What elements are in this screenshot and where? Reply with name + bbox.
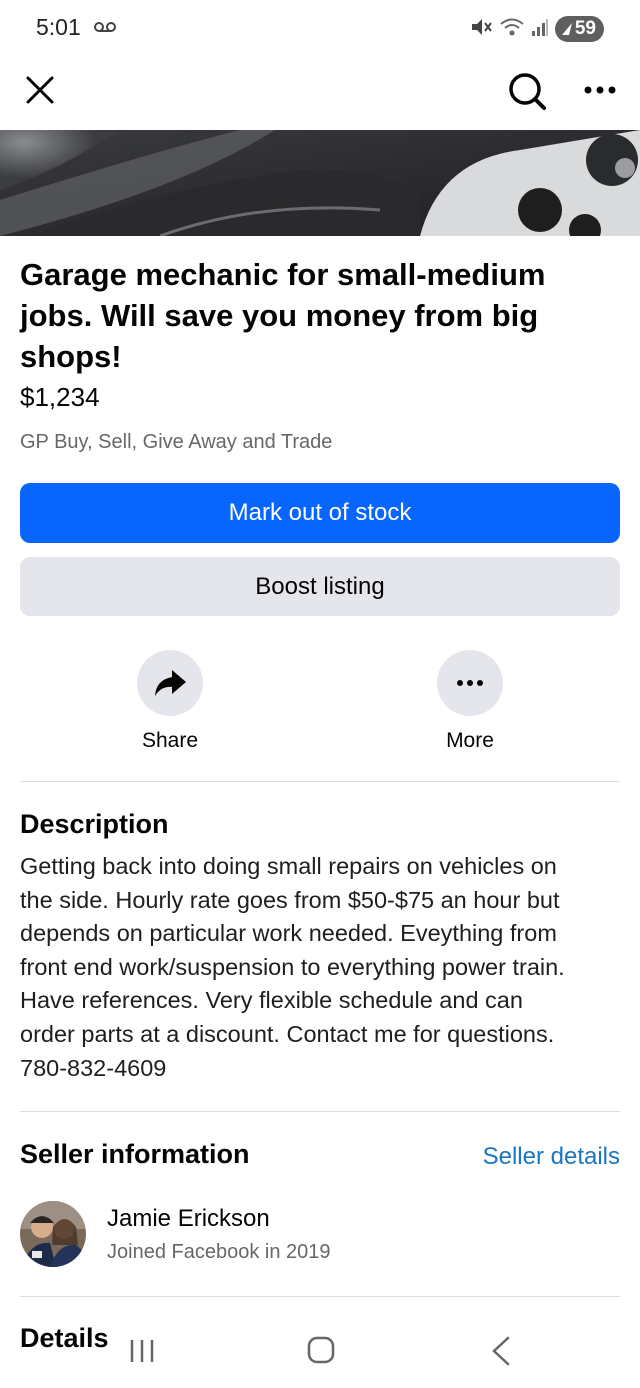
- voicemail-icon: [94, 20, 116, 38]
- recent-apps-button[interactable]: [126, 1336, 158, 1366]
- seller-name[interactable]: Jamie Erickson: [107, 1205, 270, 1233]
- search-icon: [509, 73, 546, 110]
- mark-out-of-stock-button[interactable]: Mark out of stock: [20, 483, 620, 543]
- more-options-button[interactable]: [578, 70, 622, 110]
- divider: [20, 1296, 620, 1297]
- recents-icon: [130, 1340, 154, 1362]
- seller-info-heading: Seller information: [20, 1139, 250, 1169]
- more-button[interactable]: [437, 650, 503, 716]
- more-horizontal-icon: [584, 86, 616, 94]
- description-text: Getting back into doing small repairs on…: [20, 850, 620, 1085]
- listing-photo-image: [0, 130, 640, 236]
- description-line: depends on particular work needed. Eveyt…: [20, 920, 557, 947]
- more-label: More: [446, 729, 494, 752]
- battery-indicator: 59: [554, 16, 604, 42]
- battery-level: 59: [574, 18, 596, 39]
- description-line: front end work/suspension to everything …: [20, 953, 565, 980]
- seller-joined: Joined Facebook in 2019: [107, 1241, 331, 1263]
- close-icon: [26, 76, 54, 104]
- status-time: 5:01: [36, 14, 81, 40]
- description-line: Have references. Very flexible schedule …: [20, 987, 523, 1014]
- boost-listing-button[interactable]: Boost listing: [20, 557, 620, 616]
- back-button[interactable]: [486, 1334, 516, 1368]
- home-button[interactable]: [306, 1334, 336, 1366]
- wifi-icon: [499, 16, 525, 43]
- signal-icon: [531, 17, 549, 42]
- description-phone[interactable]: 780-832-4609: [20, 1052, 620, 1086]
- avatar[interactable]: [20, 1201, 86, 1267]
- description-line: the side. Hourly rate goes from $50-$75 …: [20, 886, 560, 913]
- more-horizontal-icon: [457, 680, 483, 686]
- vibrate-mute-icon: [469, 16, 493, 43]
- description-line: Getting back into doing small repairs on…: [20, 853, 557, 879]
- home-icon: [307, 1336, 335, 1364]
- battery-saver-icon: [561, 23, 572, 35]
- listing-photo[interactable]: [0, 130, 640, 236]
- top-app-bar: [0, 58, 640, 130]
- share-label: Share: [141, 729, 199, 752]
- listing-group[interactable]: GP Buy, Sell, Give Away and Trade: [20, 429, 332, 455]
- seller-avatar-image: [20, 1201, 86, 1267]
- divider: [20, 1111, 620, 1112]
- close-button[interactable]: [20, 70, 60, 110]
- description-heading: Description: [20, 809, 169, 839]
- system-nav-bar: [0, 1318, 640, 1388]
- status-bar: 5:01 59: [0, 0, 640, 58]
- share-button[interactable]: [137, 650, 203, 716]
- listing-title: Garage mechanic for small-medium jobs. W…: [20, 257, 546, 374]
- back-icon: [492, 1336, 510, 1366]
- status-icons: 59: [469, 14, 604, 44]
- listing-price: $1,234: [20, 382, 100, 412]
- share-icon: [155, 670, 186, 696]
- divider: [20, 781, 620, 782]
- share-action[interactable]: Share: [110, 650, 230, 753]
- description-line: order parts at a discount. Contact me fo…: [20, 1020, 555, 1047]
- seller-details-link[interactable]: Seller details: [483, 1143, 620, 1171]
- more-action[interactable]: More: [410, 650, 530, 753]
- search-button[interactable]: [504, 68, 550, 114]
